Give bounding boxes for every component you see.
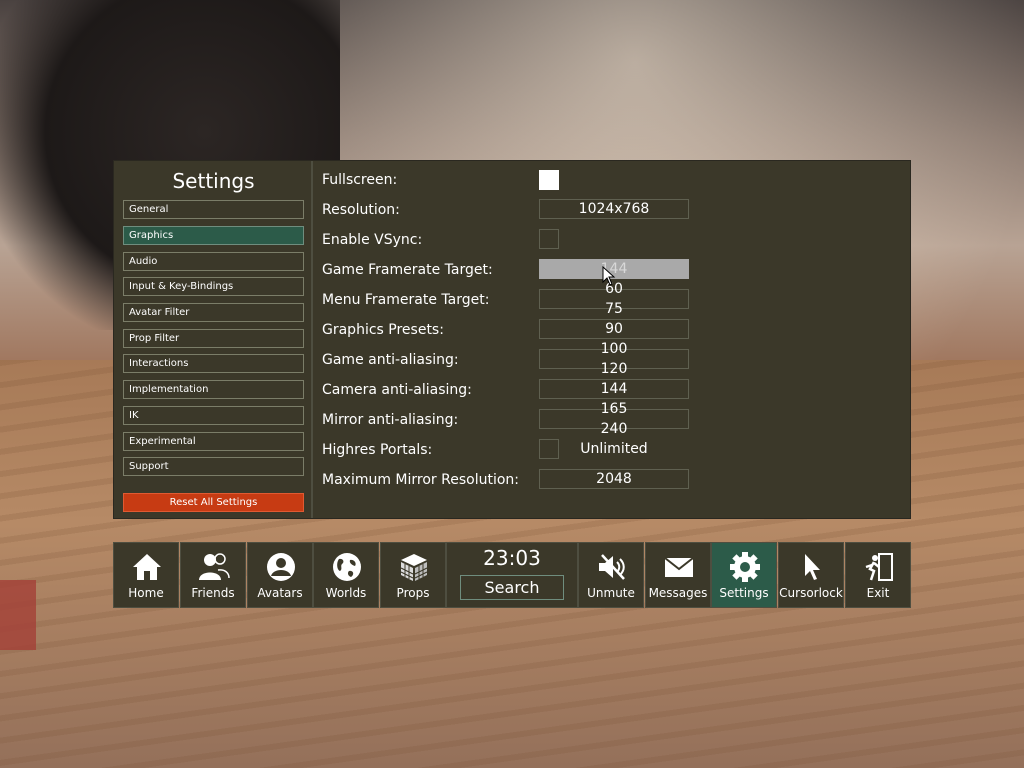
exit-button[interactable]: Exit xyxy=(845,542,911,608)
menu-framerate-label: Menu Framerate Target: xyxy=(322,292,490,308)
unmute-button[interactable]: Unmute xyxy=(578,542,644,608)
reset-all-settings-button[interactable]: Reset All Settings xyxy=(123,493,304,512)
max-mirror-res-label: Maximum Mirror Resolution: xyxy=(322,472,519,488)
category-experimental[interactable]: Experimental xyxy=(123,432,304,451)
avatars-button[interactable]: Avatars xyxy=(247,542,313,608)
quick-menu-bar: Home Friends Avatars Worlds Props 23:03 … xyxy=(113,542,911,608)
mouse-cursor-icon xyxy=(602,266,616,286)
worlds-label: Worlds xyxy=(325,586,367,600)
graphics-presets-label: Graphics Presets: xyxy=(322,322,444,338)
category-general[interactable]: General xyxy=(123,200,304,219)
dropdown-option[interactable]: 120 xyxy=(539,359,689,379)
clock: 23:03 xyxy=(483,546,541,570)
vsync-label: Enable VSync: xyxy=(322,232,423,248)
friends-label: Friends xyxy=(191,586,235,600)
clock-search-panel: 23:03 Search xyxy=(446,542,578,608)
dropdown-option[interactable]: Unlimited xyxy=(539,439,689,459)
home-button[interactable]: Home xyxy=(113,542,179,608)
avatars-icon xyxy=(267,553,295,581)
category-input-key-bindings[interactable]: Input & Key-Bindings xyxy=(123,277,304,296)
cursorlock-label: Cursorlock xyxy=(779,586,843,600)
unmute-label: Unmute xyxy=(587,586,635,600)
camera-aa-label: Camera anti-aliasing: xyxy=(322,382,472,398)
exit-label: Exit xyxy=(866,586,890,600)
settings-button[interactable]: Settings xyxy=(711,542,777,608)
settings-label: Settings xyxy=(719,586,769,600)
category-avatar-filter[interactable]: Avatar Filter xyxy=(123,303,304,322)
category-support[interactable]: Support xyxy=(123,457,304,476)
home-label: Home xyxy=(128,586,164,600)
game-framerate-dropdown[interactable]: 144 60 75 90 100 120 144 165 240 Unlimit… xyxy=(539,259,689,462)
props-icon xyxy=(400,554,428,581)
friends-icon xyxy=(199,553,230,580)
dropdown-option[interactable]: 165 xyxy=(539,399,689,419)
muted-speaker-icon xyxy=(599,554,625,580)
avatars-label: Avatars xyxy=(257,586,303,600)
category-interactions[interactable]: Interactions xyxy=(123,354,304,373)
gear-icon xyxy=(730,552,760,582)
cursor-icon xyxy=(805,554,820,580)
highres-portals-label: Highres Portals: xyxy=(322,442,433,458)
dropdown-option[interactable]: 90 xyxy=(539,319,689,339)
friends-button[interactable]: Friends xyxy=(180,542,246,608)
settings-sidebar: Settings General Graphics Audio Input & … xyxy=(114,161,313,518)
game-aa-label: Game anti-aliasing: xyxy=(322,352,459,368)
background-red-object xyxy=(0,580,36,650)
game-framerate-label: Game Framerate Target: xyxy=(322,262,493,278)
exit-icon xyxy=(865,553,893,581)
dropdown-option[interactable]: 240 xyxy=(539,419,689,439)
dropdown-option[interactable]: 75 xyxy=(539,299,689,319)
search-button[interactable]: Search xyxy=(460,575,564,600)
props-label: Props xyxy=(396,586,430,600)
messages-icon xyxy=(664,557,694,577)
worlds-button[interactable]: Worlds xyxy=(313,542,379,608)
fullscreen-checkbox[interactable] xyxy=(539,170,559,190)
dropdown-option[interactable]: 144 xyxy=(539,379,689,399)
category-ik[interactable]: IK xyxy=(123,406,304,425)
dropdown-option[interactable]: 100 xyxy=(539,339,689,359)
fullscreen-label: Fullscreen: xyxy=(322,172,398,188)
max-mirror-res-dropdown[interactable]: 2048 xyxy=(539,469,689,489)
settings-title: Settings xyxy=(172,169,255,193)
messages-button[interactable]: Messages xyxy=(645,542,711,608)
resolution-dropdown[interactable]: 1024x768 xyxy=(539,199,689,219)
resolution-label: Resolution: xyxy=(322,202,400,218)
category-implementation[interactable]: Implementation xyxy=(123,380,304,399)
category-graphics[interactable]: Graphics xyxy=(123,226,304,245)
category-prop-filter[interactable]: Prop Filter xyxy=(123,329,304,348)
mirror-aa-label: Mirror anti-aliasing: xyxy=(322,412,459,428)
cursorlock-button[interactable]: Cursorlock xyxy=(778,542,844,608)
home-icon xyxy=(133,554,161,580)
worlds-icon xyxy=(333,553,361,581)
vsync-checkbox[interactable] xyxy=(539,229,559,249)
messages-label: Messages xyxy=(648,586,708,600)
settings-panel: Settings General Graphics Audio Input & … xyxy=(113,160,911,519)
props-button[interactable]: Props xyxy=(380,542,446,608)
category-audio[interactable]: Audio xyxy=(123,252,304,271)
